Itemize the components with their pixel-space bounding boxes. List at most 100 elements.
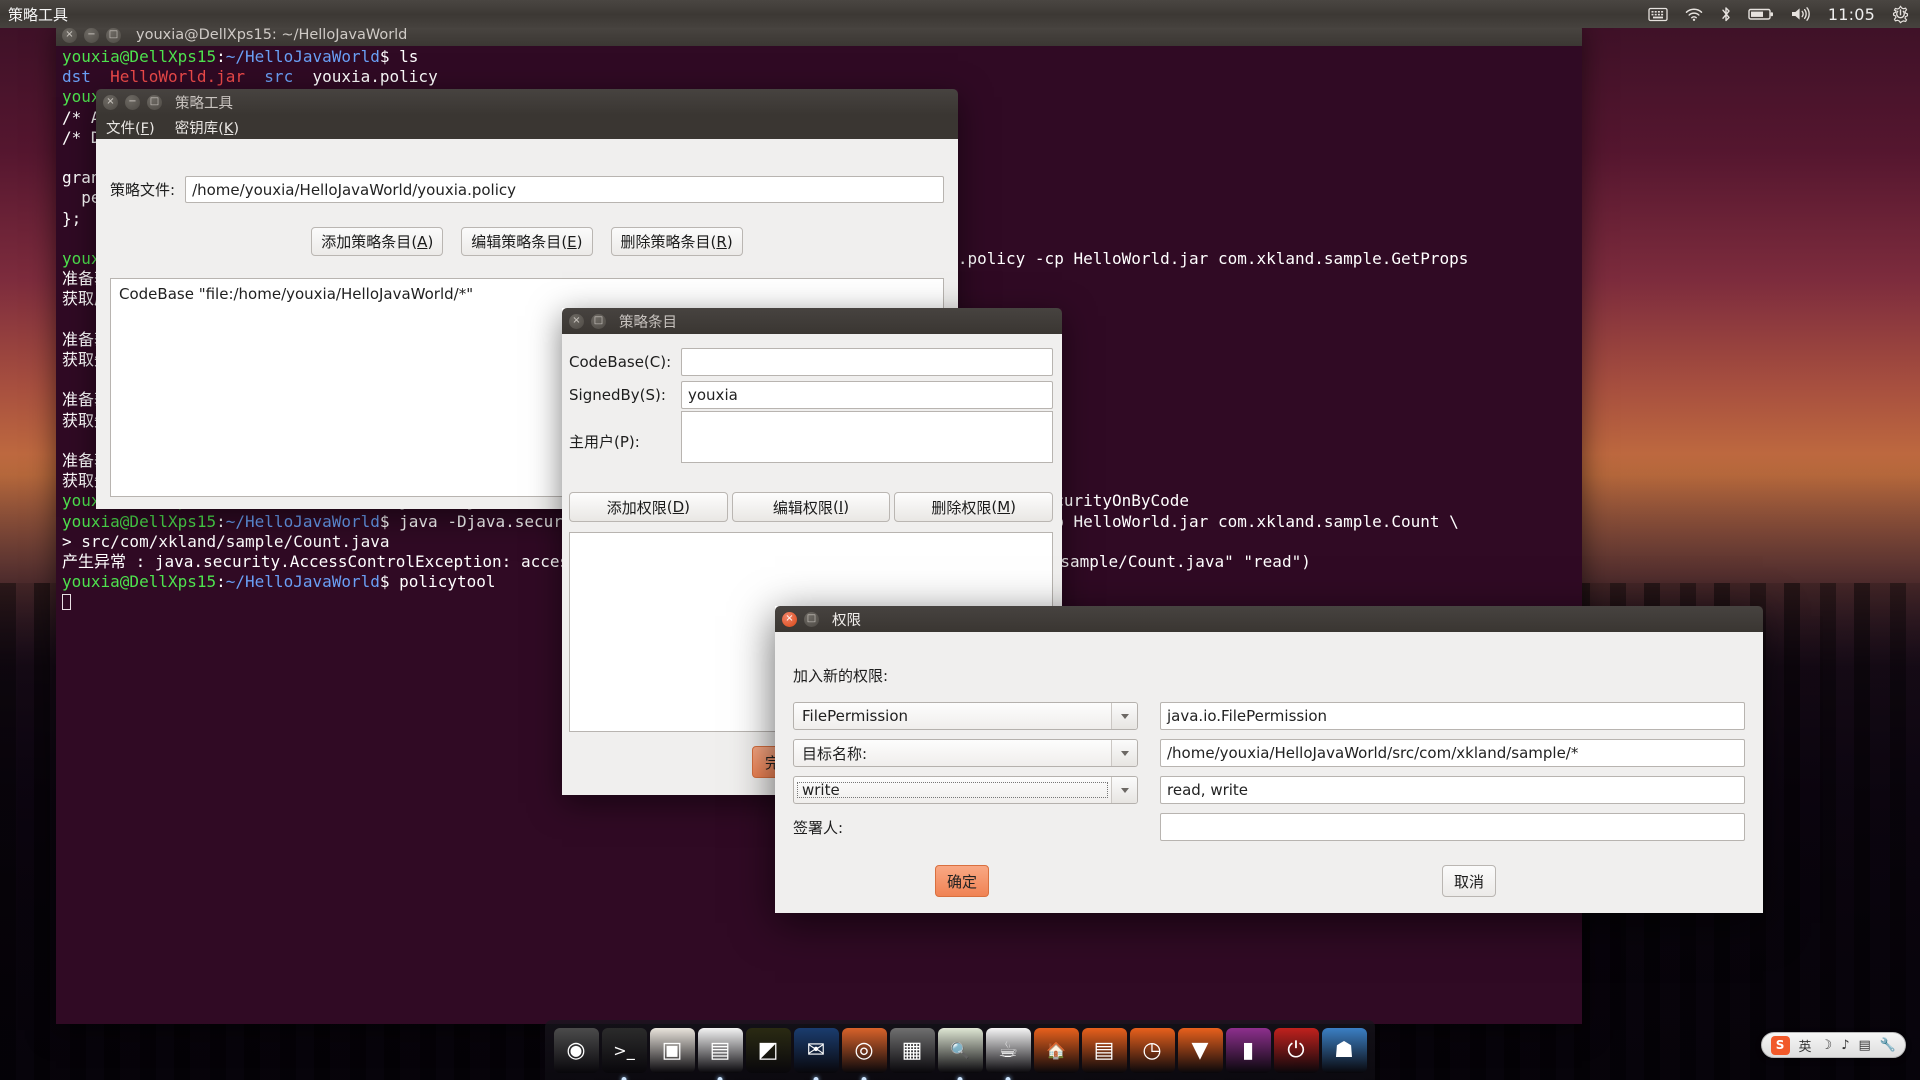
policy-tool-close-icon[interactable]: × [103,94,118,110]
keyboard-icon[interactable] [1648,7,1668,22]
panel-clock[interactable]: 11:05 [1828,5,1875,24]
sogou-ime-tray[interactable]: S 英 ☽ ♪ ▤ 🔧 [1760,1032,1906,1058]
permission-heading: 加入新的权限: [793,667,889,685]
java-icon[interactable]: ☕ [985,1027,1031,1073]
recent-folder-icon[interactable]: ◷ [1129,1027,1175,1073]
principal-list[interactable] [681,411,1053,463]
terminal-line: dst HelloWorld.jar src youxia.policy [62,67,438,87]
remove-policy-entry-label: 删除策略条目 [620,233,711,251]
permission-maximize-icon[interactable]: □ [804,611,819,627]
permission-dialog[interactable]: × □ 权限 加入新的权限: FilePermission java.io.Fi… [775,606,1763,913]
remove-permission-label: 删除权限 [931,498,992,517]
edit-policy-entry-label: 编辑策略条目 [471,233,562,251]
wifi-icon[interactable] [1684,7,1704,22]
toolbox-icon[interactable]: ▤ [1859,1038,1871,1053]
edit-permission-mnemonic: I [838,498,844,516]
policy-tool-maximize-icon[interactable]: □ [147,94,162,110]
permission-dialog-title: 权限 [832,612,861,629]
policy-tool-menubar: 文件(F) 密钥库(K) [96,115,958,139]
libreoffice-writer-icon[interactable]: ▤ [697,1027,743,1073]
add-permission-button[interactable]: 添加权限(D) [569,492,728,522]
workspace-switcher-icon[interactable]: ▮ [1225,1027,1271,1073]
ime-mode-label[interactable]: 英 [1799,1036,1812,1055]
menu-keystore[interactable]: 密钥库(K) [175,117,239,138]
policy-entry-titlebar[interactable]: × □ 策略条目 [562,308,1062,334]
actions-value: write [796,781,1109,799]
chevron-down-icon[interactable] [1111,703,1137,729]
remove-permission-mnemonic: M [997,498,1011,516]
power-gear-icon[interactable] [1891,4,1910,24]
target-name-input[interactable]: /home/youxia/HelloJavaWorld/src/com/xkla… [1160,739,1745,767]
shotwell-photos-icon[interactable]: ▣ [649,1027,695,1073]
add-permission-mnemonic: D [672,498,685,516]
permission-close-icon[interactable]: × [782,611,797,627]
add-policy-entry-button[interactable]: 添加策略条目(A) [311,227,444,256]
add-policy-entry-label: 添加策略条目 [321,233,412,251]
policy-tool-titlebar[interactable]: × − □ 策略工具 [96,89,958,115]
remove-permission-button[interactable]: 删除权限(M) [894,492,1054,522]
permission-buttons: 添加权限(D) 编辑权限(I) 删除权限(M) [569,492,1054,522]
ubuntu-dash-icon[interactable]: ◉ [553,1027,599,1073]
wrench-icon[interactable]: 🔧 [1880,1038,1896,1053]
shutdown-icon[interactable]: ⏻ [1273,1027,1319,1073]
thunderbird-icon[interactable]: ✉ [793,1027,839,1073]
policy-entry-maximize-icon[interactable]: □ [591,313,606,329]
edit-policy-entry-button[interactable]: 编辑策略条目(E) [461,227,593,256]
moon-icon[interactable]: ☽ [1821,1038,1833,1053]
battery-icon[interactable] [1748,7,1774,21]
edit-permission-button[interactable]: 编辑权限(I) [731,492,891,522]
top-panel: 策略工具 11:05 [0,0,1920,28]
volume-icon[interactable] [1790,6,1812,22]
terminal-maximize-icon[interactable]: □ [106,27,121,43]
policy-entry-title: 策略条目 [619,314,677,331]
home-folder-icon[interactable]: 🏠 [1033,1027,1079,1073]
sogou-logo-icon[interactable]: S [1770,1035,1790,1055]
note-icon[interactable]: ♪ [1841,1038,1849,1053]
target-name-value: 目标名称: [802,744,868,763]
chevron-down-icon[interactable] [1111,740,1137,766]
chevron-down-icon[interactable] [1111,777,1137,803]
documents-folder-icon[interactable]: ▤ [1081,1027,1127,1073]
edit-permission-label: 编辑权限 [772,498,833,517]
downloads-folder-icon[interactable]: ▼ [1177,1027,1223,1073]
terminal-icon[interactable]: >_ [601,1027,647,1073]
add-permission-label: 添加权限 [606,498,667,517]
policy-tool-title: 策略工具 [175,95,233,112]
accessibility-icon[interactable]: ☗ [1321,1027,1367,1073]
gimp-icon[interactable]: ◩ [745,1027,791,1073]
signer-row: 签署人: [793,813,1745,841]
taskbar-dock: ◉ >_ ▣ ▤ ◩ ✉ ◎ ▦ 🔍 ☕ 🏠 ▤ ◷ ▼ ▮ ⏻ ☗ [545,1020,1375,1080]
permission-type-input[interactable]: java.io.FilePermission [1160,702,1745,730]
permission-type-value: FilePermission [802,707,909,725]
target-name-combo[interactable]: 目标名称: [793,739,1138,767]
menu-file-mnemonic: F [140,120,150,137]
remove-policy-entry-button[interactable]: 删除策略条目(R) [610,227,743,256]
actions-input[interactable]: read, write [1160,776,1745,804]
signer-input[interactable] [1160,813,1745,841]
add-policy-entry-mnemonic: A [417,232,428,251]
menu-keystore-label: 密钥库 [174,120,219,137]
signedby-input[interactable]: youxia [681,381,1053,409]
file-search-icon[interactable]: 🔍 [937,1027,983,1073]
panel-app-title[interactable]: 策略工具 [8,4,68,25]
policy-file-input[interactable]: /home/youxia/HelloJavaWorld/youxia.polic… [185,176,944,203]
edit-policy-entry-mnemonic: E [567,232,577,251]
bluetooth-icon[interactable] [1720,6,1732,23]
policy-entry-buttons: 添加策略条目(A) 编辑策略条目(E) 删除策略条目(R) [96,227,958,256]
terminal-minimize-icon[interactable]: − [84,27,99,43]
menu-file[interactable]: 文件(F) [106,117,155,138]
ok-button[interactable]: 确定 [935,865,989,897]
actions-combo[interactable]: write [793,776,1138,804]
codebase-input[interactable] [681,348,1053,376]
software-center-icon[interactable]: ▦ [889,1027,935,1073]
permission-dialog-titlebar[interactable]: × □ 权限 [775,606,1763,632]
list-item[interactable]: CodeBase "file:/home/youxia/HelloJavaWor… [119,285,935,303]
firefox-icon[interactable]: ◎ [841,1027,887,1073]
codebase-label: CodeBase(C): [569,353,672,371]
cancel-button[interactable]: 取消 [1442,865,1496,897]
permission-type-combo[interactable]: FilePermission [793,702,1138,730]
policy-entry-close-icon[interactable]: × [569,313,584,329]
policy-tool-minimize-icon[interactable]: − [125,94,140,110]
terminal-close-icon[interactable]: × [62,27,77,43]
signedby-row: SignedBy(S): youxia [569,381,1053,409]
